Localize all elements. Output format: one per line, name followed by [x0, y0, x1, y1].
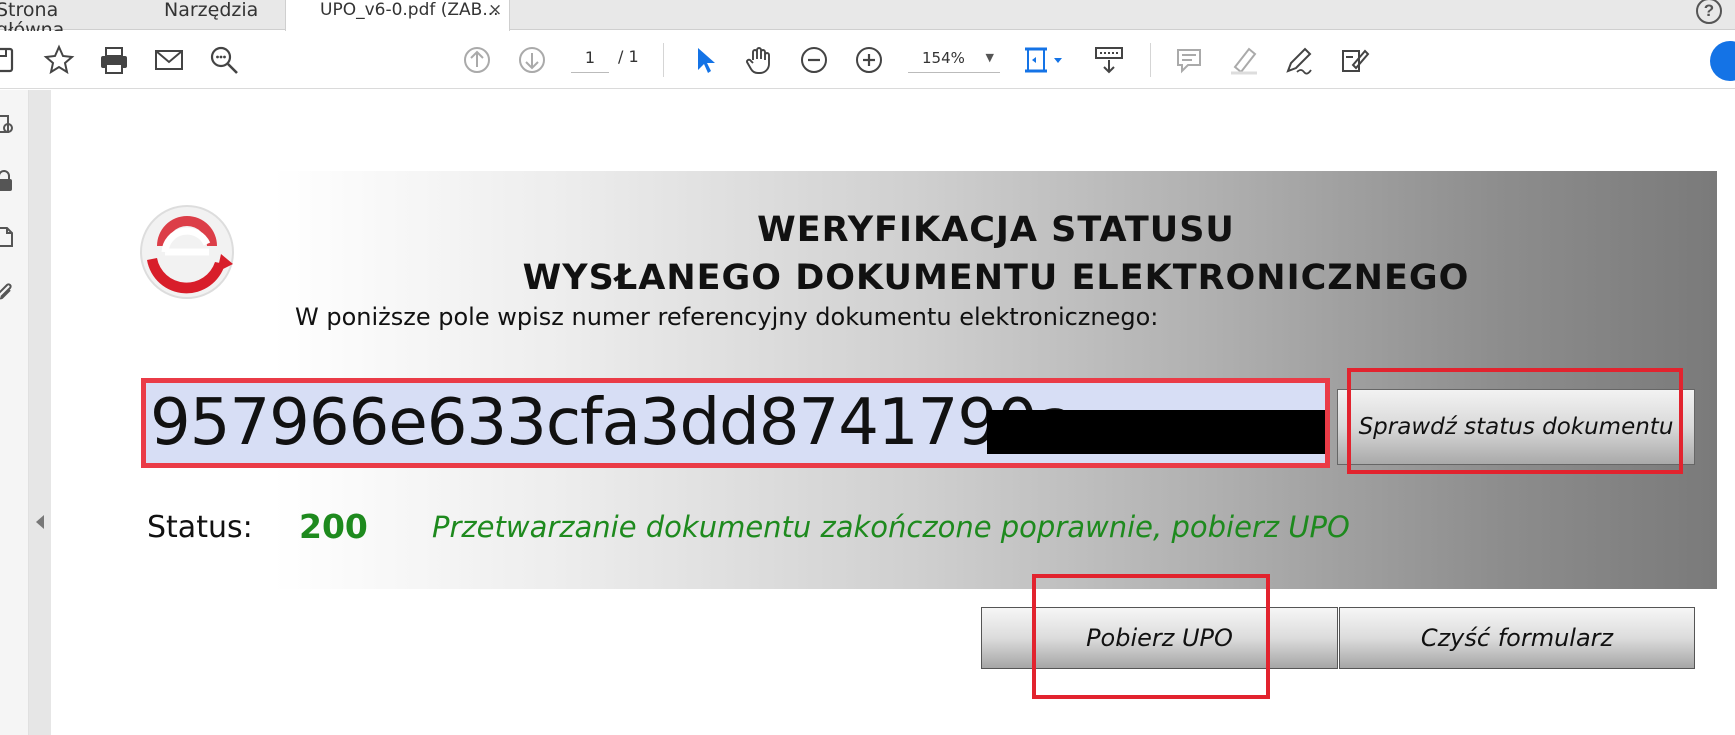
tab-bar: Strona główna Narzędzia UPO_v6-0.pdf (ZA… — [0, 0, 1735, 40]
select-cursor-icon[interactable] — [688, 43, 722, 77]
highlight-icon[interactable] — [1227, 43, 1261, 77]
chevron-left-icon — [36, 515, 44, 529]
page-number-input[interactable] — [571, 43, 609, 73]
prev-page-icon[interactable] — [460, 43, 494, 77]
attachment-icon[interactable] — [0, 282, 16, 304]
tab-document-label: UPO_v6-0.pdf (ZAB... — [320, 0, 499, 20]
status-message: Przetwarzanie dokumentu zakończone popra… — [432, 510, 1350, 544]
page-total: / 1 — [618, 47, 639, 66]
zoom-in-icon[interactable] — [852, 43, 886, 77]
lock-icon[interactable] — [0, 170, 16, 192]
document-page: WERYFIKACJA STATUSU WYSŁANEGO DOKUMENTU … — [51, 90, 1735, 735]
status-code: 200 — [299, 507, 368, 546]
reference-number-value: 957966e633cfa3dd8741790a — [150, 386, 1076, 460]
star-icon[interactable] — [42, 43, 76, 77]
mail-icon[interactable] — [152, 43, 186, 77]
fill-sign-icon[interactable] — [1337, 43, 1371, 77]
instruction-text: W poniższe pole wpisz numer referencyjny… — [295, 303, 1159, 331]
left-navigation-rail — [0, 90, 29, 735]
scroll-mode-icon[interactable] — [1092, 43, 1126, 77]
pages-icon[interactable] — [0, 226, 16, 248]
sign-icon[interactable] — [1282, 43, 1316, 77]
zoom-value: 154% — [922, 49, 965, 67]
zoom-out-icon[interactable] — [797, 43, 831, 77]
print-icon[interactable] — [97, 43, 131, 77]
annotation-highlight-check — [1347, 368, 1683, 474]
comment-icon[interactable] — [1172, 43, 1206, 77]
help-icon[interactable]: ? — [1696, 0, 1722, 24]
page-search-icon[interactable] — [0, 114, 16, 136]
share-button[interactable] — [1710, 41, 1735, 81]
toolbar-divider — [1150, 43, 1151, 77]
close-icon[interactable]: × — [488, 0, 502, 20]
title-line-1: WERYFIKACJA STATUSU — [757, 210, 1235, 250]
page-title: WERYFIKACJA STATUSU WYSŁANEGO DOKUMENTU … — [501, 206, 1491, 302]
annotation-highlight-upo — [1032, 574, 1270, 699]
save-icon[interactable] — [0, 43, 20, 77]
hand-icon[interactable] — [742, 43, 776, 77]
tab-home[interactable]: Strona główna — [0, 0, 131, 40]
status-label: Status: — [147, 510, 253, 545]
redaction-block — [987, 410, 1325, 454]
toolbar-divider — [663, 43, 664, 77]
chevron-down-icon: ▼ — [985, 51, 994, 64]
reference-number-input[interactable]: 957966e633cfa3dd8741790a — [141, 378, 1330, 468]
acrobat-window: Strona główna Narzędzia UPO_v6-0.pdf (ZA… — [0, 0, 1735, 735]
side-panel-toggle[interactable] — [29, 90, 51, 735]
search-zoom-icon[interactable] — [207, 43, 241, 77]
next-page-icon[interactable] — [515, 43, 549, 77]
e-deklaracje-logo — [137, 202, 237, 302]
zoom-select[interactable]: 154% ▼ — [908, 43, 1000, 73]
toolbar: / 1 154% ▼ — [0, 31, 1735, 89]
tab-tools[interactable]: Narzędzia — [164, 0, 264, 30]
clear-form-button[interactable]: Czyść formularz — [1339, 607, 1695, 669]
fit-page-icon[interactable] — [1022, 43, 1068, 77]
title-line-2: WYSŁANEGO DOKUMENTU ELEKTRONICZNEGO — [522, 258, 1470, 298]
tab-document[interactable]: UPO_v6-0.pdf (ZAB... × — [285, 0, 510, 31]
